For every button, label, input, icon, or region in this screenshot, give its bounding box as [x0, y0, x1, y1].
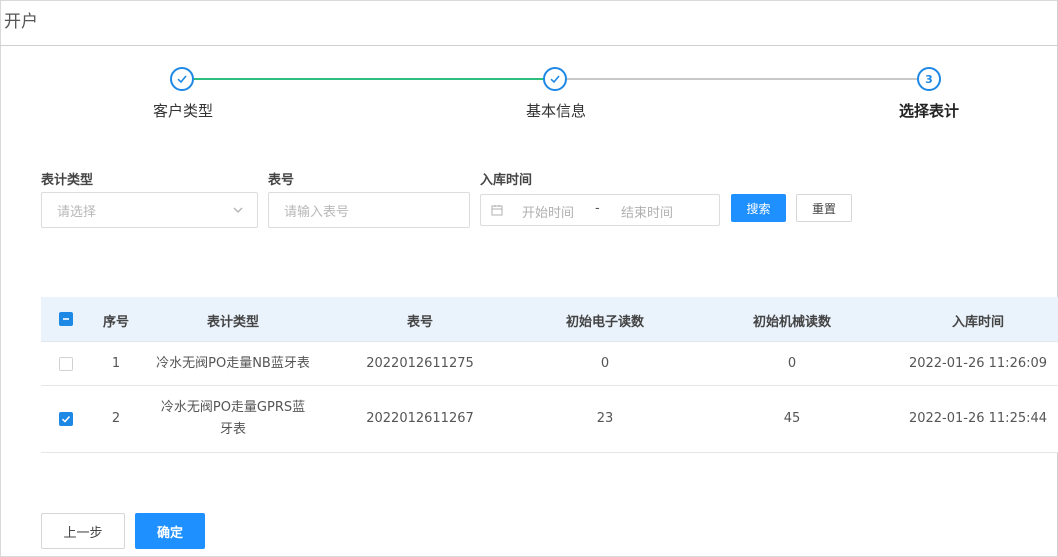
start-time-input[interactable]: 开始时间 [522, 202, 574, 221]
column-header-electronic-reading: 初始电子读数 [565, 315, 645, 330]
chevron-down-icon [233, 207, 243, 213]
row-checkbox[interactable] [59, 412, 73, 426]
step-3-label: 选择表计 [898, 102, 960, 120]
step-2-check-icon [543, 67, 567, 91]
table-row[interactable]: 2 冷水无阀PO走量GPRS蓝 牙表 2022012611267 23 45 2… [41, 386, 1058, 453]
row-index: 2 [111, 411, 121, 426]
meter-type-placeholder: 请选择 [57, 204, 97, 220]
row-meter-no: 2022012611275 [366, 356, 474, 371]
step-connector-done [194, 78, 544, 80]
row-meter-type-line2: 牙表 [219, 422, 247, 437]
row-mechanical-reading: 45 [783, 411, 801, 426]
meter-no-placeholder: 请输入表号 [284, 204, 350, 220]
stock-time-range-picker[interactable]: 开始时间 - 结束时间 [480, 194, 720, 226]
meter-no-label: 表号 [268, 173, 295, 188]
page-title: 开户 [4, 12, 38, 32]
table-row[interactable]: 1 冷水无阀PO走量NB蓝牙表 2022012611275 0 0 2022-0… [41, 342, 1058, 386]
step-3-number: 3 [917, 67, 941, 91]
row-stock-time: 2022-01-26 11:25:44 [908, 411, 1048, 426]
row-electronic-reading: 0 [600, 356, 610, 371]
calendar-icon [491, 205, 503, 216]
step-connector-todo [567, 78, 917, 80]
meter-type-select[interactable]: 请选择 [41, 192, 258, 228]
row-meter-type-line1: 冷水无阀PO走量GPRS蓝 [160, 400, 306, 415]
column-header-index: 序号 [102, 315, 130, 330]
select-all-checkbox[interactable] [59, 312, 73, 326]
row-meter-no: 2022012611267 [366, 411, 474, 426]
step-1-label: 客户类型 [152, 102, 214, 120]
row-checkbox[interactable] [59, 357, 73, 371]
stock-time-label: 入库时间 [480, 173, 533, 188]
meter-no-input[interactable]: 请输入表号 [268, 192, 470, 228]
step-1-check-icon [170, 67, 194, 91]
reset-button[interactable]: 重置 [796, 194, 852, 222]
prev-step-button[interactable]: 上一步 [41, 513, 125, 549]
step-2-label: 基本信息 [525, 102, 587, 120]
column-header-stock-time: 入库时间 [951, 315, 1005, 330]
check-icon [61, 415, 71, 423]
row-mechanical-reading: 0 [787, 356, 797, 371]
meter-type-label: 表计类型 [41, 173, 94, 188]
table-header: 序号 表计类型 表号 初始电子读数 初始机械读数 入库时间 [41, 297, 1058, 342]
page-frame [0, 0, 1058, 557]
confirm-button[interactable]: 确定 [135, 513, 205, 549]
page-header: 开户 [0, 0, 1058, 46]
range-separator: - [595, 201, 600, 216]
column-header-meter-type: 表计类型 [206, 315, 260, 330]
end-time-input[interactable]: 结束时间 [621, 202, 673, 221]
row-index: 1 [111, 356, 121, 371]
row-stock-time: 2022-01-26 11:26:09 [908, 356, 1048, 371]
row-meter-type: 冷水无阀PO走量NB蓝牙表 [156, 356, 310, 371]
column-header-meter-no: 表号 [406, 315, 434, 330]
search-button[interactable]: 搜索 [731, 194, 786, 222]
minus-icon [63, 318, 69, 320]
column-header-mechanical-reading: 初始机械读数 [752, 315, 832, 330]
step-3-number-text: 3 [925, 72, 933, 86]
row-electronic-reading: 23 [596, 411, 614, 426]
